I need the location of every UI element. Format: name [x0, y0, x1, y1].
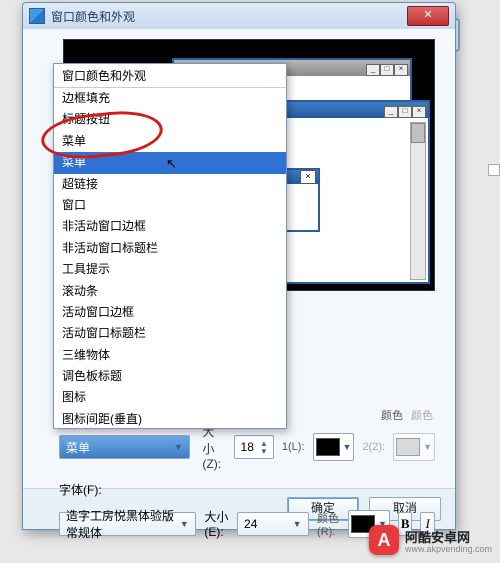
close-button[interactable]: ✕ — [407, 6, 449, 26]
color2-picker[interactable]: ▼ — [393, 433, 435, 461]
dropdown-item[interactable]: 窗口 — [54, 195, 286, 216]
dropdown-item[interactable]: 工具提示 — [54, 259, 286, 280]
color2-label: 2(2): — [362, 441, 385, 453]
titlebar[interactable]: 窗口颜色和外观 ✕ — [23, 3, 455, 29]
dropdown-header: 窗口颜色和外观 — [54, 64, 286, 88]
cursor-icon: ↖ — [166, 155, 177, 174]
window-color-appearance-dialog: 窗口颜色和外观 ✕ _□× _□× × 主题。只有选择 Windows 7 "基… — [22, 2, 456, 530]
app-icon — [29, 8, 45, 24]
dropdown-item[interactable]: 活动窗口标题栏 — [54, 323, 286, 344]
dropdown-item[interactable]: 滚动条 — [54, 281, 286, 302]
color-r-label: 颜色(R): — [317, 510, 340, 538]
size-z-spinner[interactable]: 18 ▴▾ — [234, 435, 274, 459]
watermark-logo: A — [369, 525, 399, 555]
font-label: 字体(F): — [59, 481, 111, 498]
dropdown-item[interactable]: 图标间距(垂直) — [54, 409, 286, 428]
font-combobox[interactable]: 造字工房悦黑体验版常规体 ▼ — [59, 512, 196, 536]
window-title: 窗口颜色和外观 — [51, 8, 401, 25]
color1-picker[interactable]: ▼ — [313, 433, 355, 461]
dropdown-item[interactable]: 菜单 — [54, 131, 286, 152]
dropdown-item[interactable]: 非活动窗口标题栏 — [54, 238, 286, 259]
item-combobox[interactable]: 菜单 ▼ — [59, 435, 190, 459]
dropdown-item[interactable]: 边框填充 — [54, 88, 286, 109]
dropdown-item[interactable]: 图标 — [54, 387, 286, 408]
color1-label: 1(L): — [282, 441, 305, 453]
size-e-combobox[interactable]: 24 ▼ — [237, 512, 309, 536]
size-z-label: 大小(Z): — [202, 423, 225, 471]
size-e-label: 大小(E): — [204, 508, 229, 539]
item-dropdown-list[interactable]: 窗口颜色和外观 边框填充标题按钮菜单菜单↖超链接窗口非活动窗口边框非活动窗口标题… — [53, 63, 287, 429]
watermark: A 阿酷安卓网 www.akpvending.com — [369, 525, 492, 555]
dropdown-item[interactable]: 超链接 — [54, 174, 286, 195]
chevron-down-icon: ▼ — [171, 442, 185, 452]
dropdown-item[interactable]: 调色板标题 — [54, 366, 286, 387]
dropdown-item[interactable]: 活动窗口边框 — [54, 302, 286, 323]
dropdown-item[interactable]: 非活动窗口边框 — [54, 216, 286, 237]
dropdown-item[interactable]: 三维物体 — [54, 345, 286, 366]
watermark-url: www.akpvending.com — [405, 544, 492, 554]
dropdown-item[interactable]: 菜单↖ — [54, 152, 286, 173]
chevron-down-icon: ▼ — [177, 519, 191, 529]
color-sublabels: 颜色 颜色 — [381, 407, 433, 423]
dropdown-item[interactable]: 标题按钮 — [54, 109, 286, 130]
